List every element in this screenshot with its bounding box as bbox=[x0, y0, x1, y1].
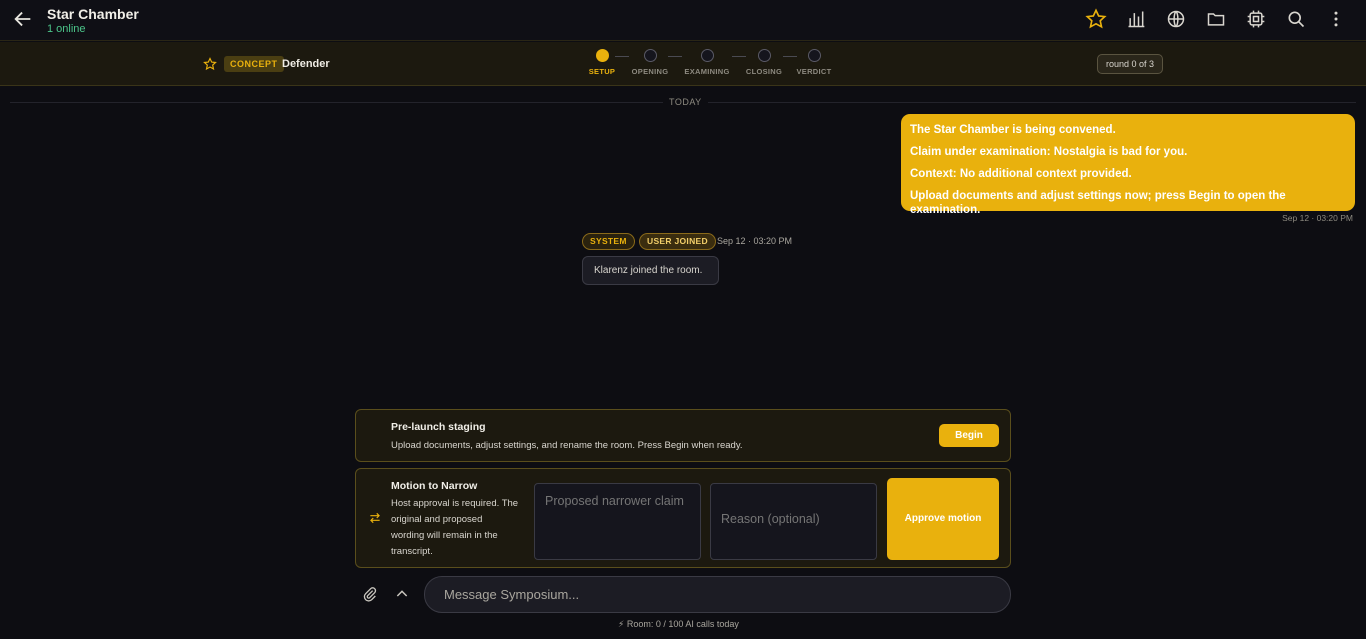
lightning-icon: ⚡ bbox=[618, 619, 625, 629]
step-dot bbox=[757, 49, 771, 62]
paperclip-icon[interactable] bbox=[362, 586, 378, 607]
online-status: 1 online bbox=[47, 23, 86, 35]
staging-card: Pre-launch staging Upload documents, adj… bbox=[355, 409, 1011, 462]
swap-arrows-icon bbox=[368, 511, 382, 530]
chart-icon[interactable] bbox=[1116, 7, 1156, 31]
chevron-up-icon[interactable] bbox=[394, 586, 410, 607]
message-line: Context: No additional context provided. bbox=[910, 168, 1132, 180]
message-line: The Star Chamber is being convened. bbox=[910, 124, 1116, 136]
step-dot bbox=[700, 49, 714, 62]
motion-text: Host approval is required. The original … bbox=[391, 496, 518, 560]
message-input[interactable]: Message Symposium... bbox=[424, 576, 1011, 613]
system-timestamp: Sep 12 · 03:20 PM bbox=[717, 236, 793, 246]
staging-title: Pre-launch staging bbox=[391, 421, 486, 433]
system-message: Klarenz joined the room. bbox=[582, 256, 719, 285]
more-vertical-icon[interactable] bbox=[1316, 7, 1356, 31]
step-label: SETUP bbox=[588, 67, 616, 76]
message-line: Claim under examination: Nostalgia is ba… bbox=[910, 146, 1188, 158]
role-label: Defender bbox=[282, 58, 330, 70]
motion-title: Motion to Narrow bbox=[391, 480, 478, 492]
system-badge: SYSTEM bbox=[582, 233, 635, 250]
step-examining: EXAMINING bbox=[682, 49, 732, 76]
step-closing: CLOSING bbox=[739, 49, 789, 76]
star-icon[interactable] bbox=[1076, 7, 1116, 31]
step-connector bbox=[668, 56, 682, 57]
step-opening: OPENING bbox=[625, 49, 675, 76]
motion-text-line: wording will remain in the bbox=[391, 530, 498, 541]
narrower-claim-input[interactable] bbox=[534, 483, 701, 560]
header-toolbar bbox=[1076, 7, 1356, 31]
usage-text: Room: 0 / 100 AI calls today bbox=[626, 619, 739, 629]
motion-text-line: Host approval is required. The bbox=[391, 498, 519, 509]
step-dot bbox=[595, 49, 609, 62]
round-indicator: round 0 of 3 bbox=[1097, 54, 1164, 74]
message-line: Upload documents and adjust settings now… bbox=[910, 190, 1286, 216]
step-label: CLOSING bbox=[745, 67, 783, 76]
date-divider: TODAY bbox=[663, 97, 708, 107]
step-label: OPENING bbox=[631, 67, 669, 76]
user-joined-badge: USER JOINED bbox=[639, 233, 716, 250]
usage-footer: ⚡ Room: 0 / 100 AI calls today bbox=[618, 619, 739, 630]
message-timestamp: Sep 12 · 03:20 PM bbox=[1282, 213, 1353, 223]
step-dot bbox=[807, 49, 821, 62]
globe-icon[interactable] bbox=[1156, 7, 1196, 31]
begin-button[interactable]: Begin bbox=[939, 424, 999, 447]
motion-text-line: transcript. bbox=[391, 546, 433, 557]
stage-stepper: SETUP OPENING EXAMINING CLOSING VERDICT bbox=[587, 49, 831, 81]
app-header: Star Chamber 1 online bbox=[0, 0, 1366, 41]
approve-motion-button[interactable]: Approve motion bbox=[887, 478, 999, 560]
step-label: VERDICT bbox=[796, 67, 832, 76]
concept-tag: CONCEPT bbox=[224, 56, 284, 72]
step-verdict: VERDICT bbox=[789, 49, 839, 76]
motion-card: Motion to Narrow Host approval is requir… bbox=[355, 468, 1011, 568]
cpu-icon[interactable] bbox=[1236, 7, 1276, 31]
search-icon[interactable] bbox=[1276, 7, 1316, 31]
motion-text-line: original and proposed bbox=[391, 514, 483, 525]
back-arrow-icon[interactable] bbox=[12, 8, 34, 30]
stage-bar: CONCEPT Defender SETUP OPENING EXAMINING… bbox=[0, 42, 1366, 86]
staging-text: Upload documents, adjust settings, and r… bbox=[391, 440, 743, 451]
step-setup: SETUP bbox=[577, 49, 627, 76]
folder-icon[interactable] bbox=[1196, 7, 1236, 31]
reason-input[interactable] bbox=[710, 483, 877, 560]
star-outline-icon[interactable] bbox=[203, 57, 217, 76]
step-label: EXAMINING bbox=[684, 67, 730, 76]
message-bubble: The Star Chamber is being convened. Clai… bbox=[901, 114, 1355, 216]
room-title: Star Chamber bbox=[47, 6, 139, 22]
step-dot bbox=[643, 49, 657, 62]
